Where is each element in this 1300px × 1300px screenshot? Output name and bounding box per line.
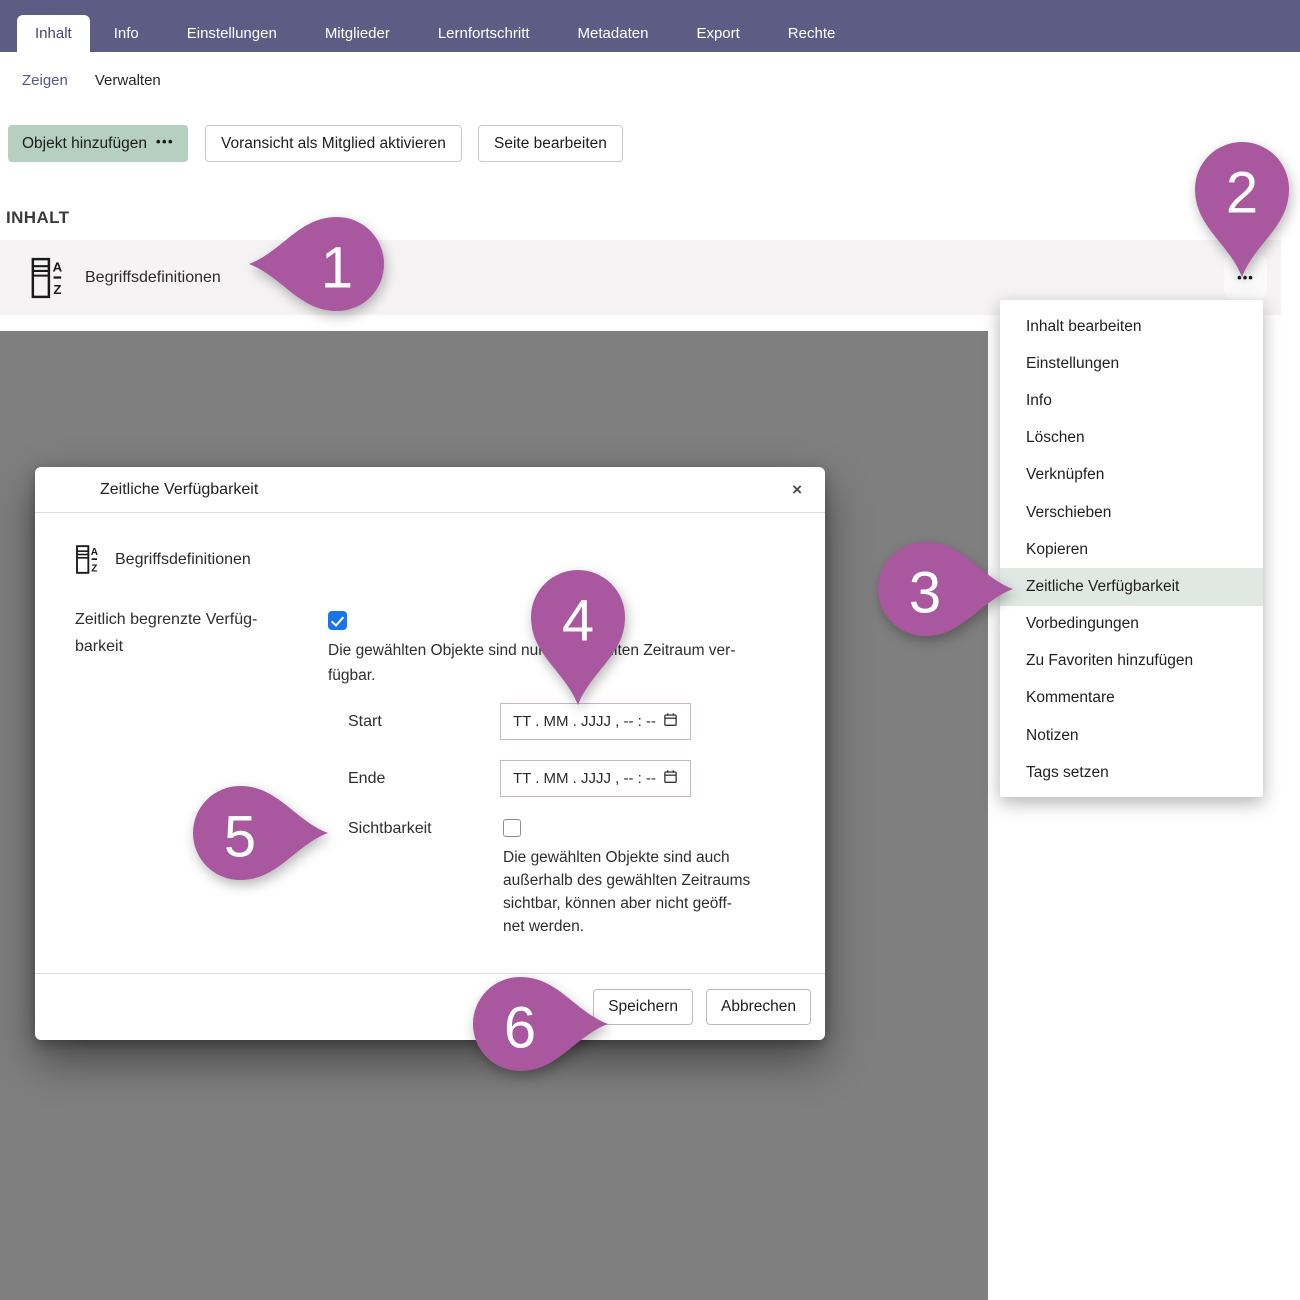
svg-text:2: 2 xyxy=(1226,161,1258,226)
tab-metadaten[interactable]: Metadaten xyxy=(554,15,673,52)
glossary-icon: A Z xyxy=(75,544,99,580)
item-actions-button[interactable]: ••• xyxy=(1224,255,1267,299)
content-section-heading: INHALT xyxy=(6,208,69,228)
start-date-placeholder: TT . MM . JJJJ , -- : -- xyxy=(513,713,656,730)
content-item-title-link[interactable]: Begriffsdefinitionen xyxy=(85,240,221,315)
modal-item-title: Begriffsdefinitionen xyxy=(115,544,251,575)
availability-checkbox[interactable] xyxy=(328,611,347,630)
end-date-placeholder: TT . MM . JJJJ , -- : -- xyxy=(513,770,656,787)
start-date-input[interactable]: TT . MM . JJJJ , -- : -- xyxy=(500,703,691,740)
availability-modal: Zeitliche Verfügbarkeit × A Z Begriffsde… xyxy=(35,467,825,1040)
visibility-checkbox[interactable] xyxy=(503,819,521,837)
visibility-help-text: Die gewählten Objekte sind auch außerhal… xyxy=(503,846,798,938)
svg-text:Z: Z xyxy=(91,564,97,575)
tab-einstellungen[interactable]: Einstellungen xyxy=(163,15,301,52)
tab-inhalt[interactable]: Inhalt xyxy=(17,15,90,52)
cancel-button[interactable]: Abbrechen xyxy=(706,989,811,1025)
availability-label: Zeitlich begrenzte Verfüg- barkeit xyxy=(75,606,305,660)
edit-page-button[interactable]: Seite bearbeiten xyxy=(478,125,623,162)
menu-item-kopieren[interactable]: Kopieren xyxy=(1000,531,1263,568)
tab-rechte[interactable]: Rechte xyxy=(764,15,860,52)
modal-footer: Speichern Abbrechen xyxy=(35,973,825,1040)
tab-lernfortschritt[interactable]: Lernfortschritt xyxy=(414,15,554,52)
menu-item-info[interactable]: Info xyxy=(1000,382,1263,419)
tab-mitglieder[interactable]: Mitglieder xyxy=(301,15,414,52)
availability-help-text: Die gewählten Objekte sind nur im gewähl… xyxy=(328,638,788,688)
subnav-verwalten[interactable]: Verwalten xyxy=(95,72,161,89)
item-actions-menu: Inhalt bearbeiten Einstellungen Info Lös… xyxy=(1000,300,1263,797)
menu-item-loeschen[interactable]: Löschen xyxy=(1000,420,1263,457)
add-object-label: Objekt hinzufügen xyxy=(22,135,147,153)
menu-item-tags-setzen[interactable]: Tags setzen xyxy=(1000,754,1263,791)
add-object-button[interactable]: Objekt hinzufügen ••• xyxy=(8,125,188,162)
menu-item-inhalt-bearbeiten[interactable]: Inhalt bearbeiten xyxy=(1000,308,1263,345)
start-label: Start xyxy=(348,703,382,740)
modal-title: Zeitliche Verfügbarkeit xyxy=(100,467,258,513)
glossary-icon: A Z xyxy=(30,256,64,305)
sub-nav: Zeigen Verwalten xyxy=(0,52,1300,108)
svg-text:Z: Z xyxy=(53,282,61,297)
menu-item-kommentare[interactable]: Kommentare xyxy=(1000,680,1263,717)
save-button[interactable]: Speichern xyxy=(593,989,693,1025)
menu-item-verschieben[interactable]: Verschieben xyxy=(1000,494,1263,531)
modal-header: Zeitliche Verfügbarkeit × xyxy=(35,467,825,513)
tab-info[interactable]: Info xyxy=(90,15,163,52)
menu-item-einstellungen[interactable]: Einstellungen xyxy=(1000,345,1263,382)
menu-item-notizen[interactable]: Notizen xyxy=(1000,717,1263,754)
close-icon[interactable]: × xyxy=(786,467,808,513)
menu-item-vorbedingungen[interactable]: Vorbedingungen xyxy=(1000,606,1263,643)
end-date-input[interactable]: TT . MM . JJJJ , -- : -- xyxy=(500,760,691,797)
top-tab-bar: Inhalt Info Einstellungen Mitglieder Ler… xyxy=(0,0,1300,52)
svg-text:A: A xyxy=(53,259,63,274)
visibility-label: Sichtbarkeit xyxy=(348,819,432,839)
menu-item-verknuepfen[interactable]: Verknüpfen xyxy=(1000,457,1263,494)
end-label: Ende xyxy=(348,760,385,797)
calendar-icon[interactable] xyxy=(663,769,678,788)
menu-item-zu-favoriten[interactable]: Zu Favoriten hinzufügen xyxy=(1000,643,1263,680)
calendar-icon[interactable] xyxy=(663,712,678,731)
tab-export[interactable]: Export xyxy=(672,15,763,52)
subnav-zeigen[interactable]: Zeigen xyxy=(22,72,68,89)
ellipsis-icon: ••• xyxy=(1237,270,1254,285)
ellipsis-icon: ••• xyxy=(156,134,174,149)
svg-text:A: A xyxy=(91,547,98,558)
menu-item-zeitliche-verfuegbarkeit[interactable]: Zeitliche Verfügbarkeit xyxy=(1000,568,1263,605)
preview-as-member-button[interactable]: Voransicht als Mitglied aktivieren xyxy=(205,125,462,162)
